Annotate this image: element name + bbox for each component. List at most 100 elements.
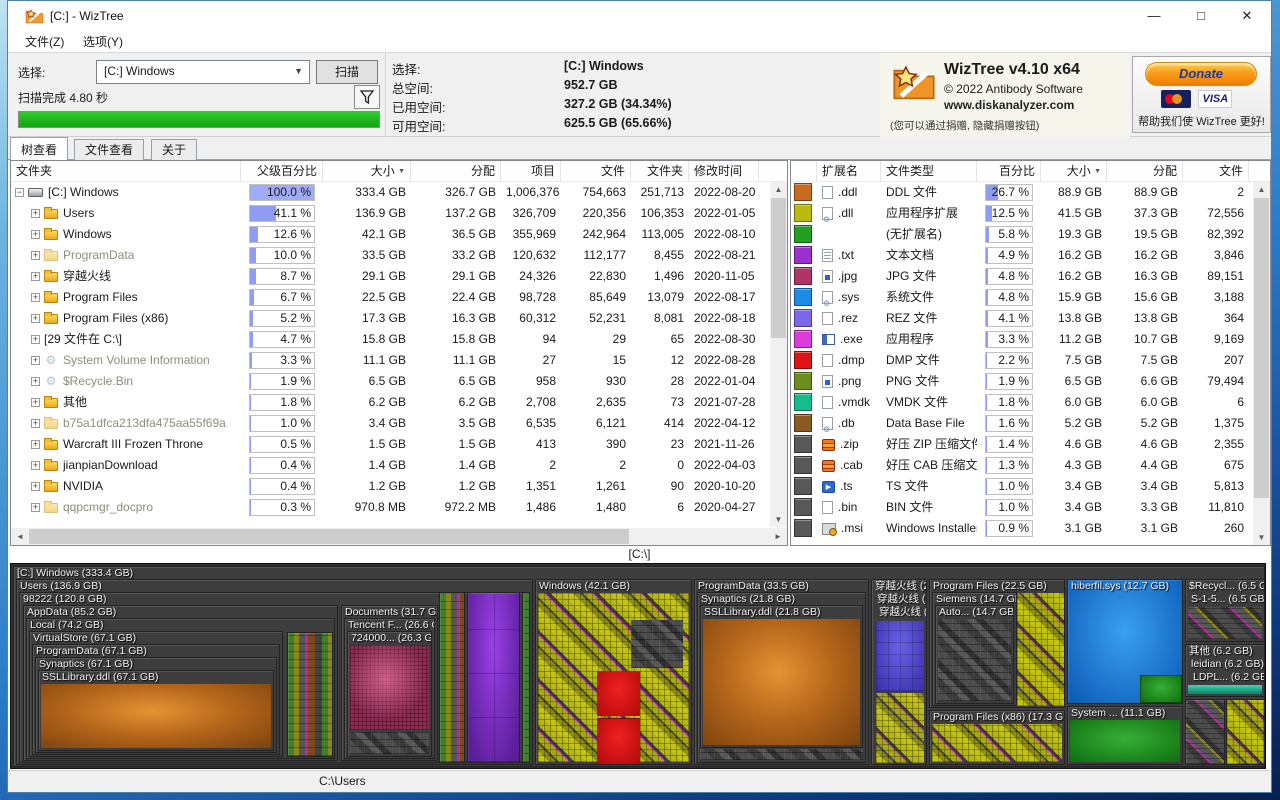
- table-row[interactable]: +Windows12.6 %42.1 GB36.5 GB355,969242,9…: [11, 224, 787, 245]
- treemap-block-green[interactable]: [1140, 675, 1182, 703]
- table-row[interactable]: .dll应用程序扩展12.5 %41.5 GB37.3 GB72,556: [791, 203, 1270, 224]
- col-alloc[interactable]: 分配: [411, 161, 501, 182]
- tab-file-view[interactable]: 文件查看: [74, 139, 144, 160]
- treemap-block-gray-pink[interactable]: [1185, 699, 1225, 765]
- table-row[interactable]: +b75a1dfca213dfa475aa55f69a1.0 %3.4 GB3.…: [11, 413, 787, 434]
- treemap-block-purple[interactable]: [467, 592, 520, 763]
- col-folder[interactable]: 文件夹: [11, 161, 241, 182]
- expand-icon[interactable]: −: [15, 188, 24, 197]
- table-row[interactable]: .msiWindows Installer0.9 %3.1 GB3.1 GB26…: [791, 518, 1270, 539]
- right-vscroll-thumb[interactable]: [1254, 198, 1269, 498]
- table-row[interactable]: ▶.tsTS 文件1.0 %3.4 GB3.4 GB5,813: [791, 476, 1270, 497]
- table-row[interactable]: +NVIDIA0.4 %1.2 GB1.2 GB1,3511,261902020…: [11, 476, 787, 497]
- treemap-block-green[interactable]: [1070, 720, 1180, 762]
- treemap-block-teal[interactable]: [1188, 685, 1262, 694]
- table-row[interactable]: +Program Files6.7 %22.5 GB22.4 GB98,7288…: [11, 287, 787, 308]
- col-files[interactable]: 文件: [561, 161, 631, 182]
- table-row[interactable]: +⚙$Recycle.Bin1.9 %6.5 GB6.5 GB958930282…: [11, 371, 787, 392]
- table-row[interactable]: .pngPNG 文件1.9 %6.5 GB6.6 GB79,494: [791, 371, 1270, 392]
- treemap-node-local-other[interactable]: [287, 632, 333, 757]
- tab-about[interactable]: 关于: [151, 139, 197, 160]
- treemap-block-orange[interactable]: [703, 619, 860, 745]
- table-row[interactable]: +Program Files (x86)5.2 %17.3 GB16.3 GB6…: [11, 308, 787, 329]
- treemap-block-violet[interactable]: [876, 621, 924, 691]
- expand-icon[interactable]: +: [31, 272, 40, 281]
- expand-icon[interactable]: +: [31, 314, 40, 323]
- minimize-button[interactable]: —: [1131, 1, 1177, 31]
- col-items[interactable]: 项目: [501, 161, 561, 182]
- table-row[interactable]: +jianpianDownload0.4 %1.4 GB1.4 GB220202…: [11, 455, 787, 476]
- expand-icon[interactable]: +: [31, 335, 40, 344]
- treemap-block-yellow[interactable]: [1017, 593, 1064, 706]
- left-hscrollbar[interactable]: ◄ ►: [11, 528, 787, 545]
- table-row[interactable]: +Warcraft III Frozen Throne0.5 %1.5 GB1.…: [11, 434, 787, 455]
- expand-icon[interactable]: +: [31, 356, 40, 365]
- treemap-node-hiberfil[interactable]: hiberfil.sys (12.7 GB): [1067, 579, 1183, 704]
- scroll-left-icon[interactable]: ◄: [15, 532, 25, 541]
- treemap-block-yellow[interactable]: [1226, 699, 1265, 765]
- table-row[interactable]: .zip好压 ZIP 压缩文件1.4 %4.6 GB4.6 GB2,355: [791, 434, 1270, 455]
- treemap-node-auto[interactable]: Auto... (14.7 GB): [935, 605, 1014, 704]
- treemap-block-red[interactable]: [597, 718, 640, 764]
- left-vscroll-thumb[interactable]: [771, 198, 786, 338]
- table-row[interactable]: .ddlDDL 文件26.7 %88.9 GB88.9 GB2: [791, 182, 1270, 203]
- maximize-button[interactable]: □: [1178, 1, 1224, 31]
- app-website-link[interactable]: www.diskanalyzer.com: [944, 98, 1074, 112]
- left-hscroll-thumb[interactable]: [29, 529, 629, 544]
- table-row[interactable]: +⚙System Volume Information3.3 %11.1 GB1…: [11, 350, 787, 371]
- scan-button[interactable]: 扫描: [316, 60, 378, 84]
- treemap-block-gray[interactable]: [350, 732, 429, 754]
- table-row[interactable]: (无扩展名)5.8 %19.3 GB19.5 GB82,392: [791, 224, 1270, 245]
- expand-icon[interactable]: +: [31, 377, 40, 386]
- scroll-down-icon[interactable]: ▼: [770, 515, 787, 524]
- donate-button[interactable]: Donate: [1145, 62, 1257, 86]
- table-row[interactable]: +其他1.8 %6.2 GB6.2 GB2,7082,635732021-07-…: [11, 392, 787, 413]
- expand-icon[interactable]: +: [31, 440, 40, 449]
- treemap-block-yellow[interactable]: [876, 693, 924, 763]
- treemap-node-724000[interactable]: 724000... (26.3 GB): [347, 631, 432, 757]
- table-row[interactable]: .dmpDMP 文件2.2 %7.5 GB7.5 GB207: [791, 350, 1270, 371]
- right-vscrollbar[interactable]: ▲ ▼: [1253, 182, 1270, 545]
- table-row[interactable]: +[29 文件在 C:\]4.7 %15.8 GB15.8 GB94296520…: [11, 329, 787, 350]
- treemap-node-strip[interactable]: [522, 592, 530, 763]
- table-row[interactable]: .jpgJPG 文件4.8 %16.2 GB16.3 GB89,151: [791, 266, 1270, 287]
- expand-icon[interactable]: +: [31, 482, 40, 491]
- table-row[interactable]: −[C:] Windows100.0 %333.4 GB326.7 GB1,00…: [11, 182, 787, 203]
- expand-icon[interactable]: +: [31, 251, 40, 260]
- scroll-up-icon[interactable]: ▲: [1253, 185, 1270, 194]
- expand-icon[interactable]: +: [31, 293, 40, 302]
- treemap[interactable]: [C:] Windows (333.4 GB) Users (136.9 GB)…: [10, 563, 1266, 769]
- filter-button[interactable]: [354, 85, 380, 109]
- left-vscrollbar[interactable]: ▲ ▼: [770, 182, 787, 527]
- treemap-node-program-files-x86[interactable]: Program Files (x86) (17.3 GB): [929, 710, 1065, 765]
- expand-icon[interactable]: +: [31, 398, 40, 407]
- table-row[interactable]: .dbData Base File1.6 %5.2 GB5.2 GB1,375: [791, 413, 1270, 434]
- expand-icon[interactable]: +: [31, 419, 40, 428]
- treemap-block-gray[interactable]: [631, 620, 683, 668]
- col-folders[interactable]: 文件夹: [631, 161, 689, 182]
- table-row[interactable]: .rezREZ 文件4.1 %13.8 GB13.8 GB364: [791, 308, 1270, 329]
- treemap-node-ssllib[interactable]: SSLLibrary.ddl (21.8 GB): [700, 605, 863, 748]
- col-rfiles[interactable]: 文件: [1183, 161, 1249, 182]
- table-row[interactable]: .sys系统文件4.8 %15.9 GB15.6 GB3,188: [791, 287, 1270, 308]
- treemap-node-recycle[interactable]: $Recycl... (6.5 GB) S-1-5... (6.5 GB): [1185, 579, 1265, 642]
- table-row[interactable]: +qqpcmgr_docpro0.3 %970.8 MB972.2 MB1,48…: [11, 497, 787, 518]
- table-row[interactable]: .binBIN 文件1.0 %3.4 GB3.3 GB11,810: [791, 497, 1270, 518]
- table-row[interactable]: .exe应用程序3.3 %11.2 GB10.7 GB9,169: [791, 329, 1270, 350]
- treemap-block-red[interactable]: [597, 671, 640, 716]
- table-row[interactable]: +ProgramData10.0 %33.5 GB33.2 GB120,6321…: [11, 245, 787, 266]
- treemap-block-gray[interactable]: [938, 619, 1011, 701]
- scroll-up-icon[interactable]: ▲: [770, 185, 787, 194]
- close-button[interactable]: ✕: [1224, 1, 1270, 31]
- treemap-block-gray[interactable]: [700, 749, 863, 760]
- menu-options[interactable]: 选项(Y): [76, 33, 130, 52]
- treemap-node-cf[interactable]: 穿越火线 (29.1 GB) 穿越火线 (29.1 GB) 穿越火线 (17.5…: [871, 579, 927, 765]
- table-row[interactable]: +Users41.1 %136.9 GB137.2 GB326,709220,3…: [11, 203, 787, 224]
- table-row[interactable]: .cab好压 CAB 压缩文件1.3 %4.3 GB4.4 GB675: [791, 455, 1270, 476]
- table-row[interactable]: +穿越火线8.7 %29.1 GB29.1 GB24,32622,8301,49…: [11, 266, 787, 287]
- drive-select[interactable]: [C:] Windows ▼: [96, 60, 310, 84]
- scroll-right-icon[interactable]: ►: [773, 532, 783, 541]
- expand-icon[interactable]: +: [31, 230, 40, 239]
- treemap-block-orange[interactable]: [41, 684, 271, 748]
- expand-icon[interactable]: +: [31, 503, 40, 512]
